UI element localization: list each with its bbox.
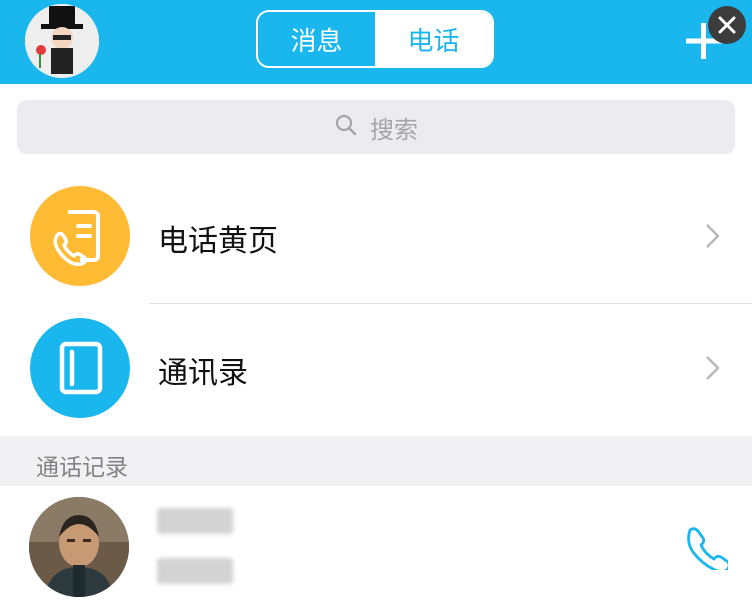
tab-messages[interactable]: 消息: [258, 12, 375, 66]
chevron-right-icon: [704, 354, 722, 382]
tab-calls[interactable]: 电话: [375, 12, 492, 66]
menu-item-address-book[interactable]: 通讯录: [0, 302, 752, 434]
tab-switcher: 消息 电话: [256, 10, 494, 68]
menu-item-yellow-pages[interactable]: 电话黄页: [0, 170, 752, 302]
contact-name-blurred: [157, 508, 233, 534]
search-input[interactable]: 搜索: [17, 100, 735, 154]
close-icon[interactable]: [708, 6, 746, 44]
top-bar: 消息 电话: [0, 0, 752, 84]
search-icon: [334, 113, 358, 141]
user-avatar[interactable]: [25, 4, 99, 78]
contact-number-blurred: [157, 558, 233, 584]
search-placeholder: 搜索: [370, 115, 418, 144]
call-history-header: 通话记录: [0, 436, 752, 486]
call-history-row[interactable]: [0, 486, 752, 615]
phone-icon[interactable]: [682, 524, 731, 573]
menu-item-label: 通讯录: [158, 356, 248, 391]
section-title: 通话记录: [36, 455, 128, 481]
chevron-right-icon: [704, 222, 722, 250]
address-book-icon: [30, 318, 130, 418]
yellow-pages-icon: [30, 186, 130, 286]
menu-item-label: 电话黄页: [158, 224, 278, 259]
contact-avatar[interactable]: [29, 497, 129, 597]
